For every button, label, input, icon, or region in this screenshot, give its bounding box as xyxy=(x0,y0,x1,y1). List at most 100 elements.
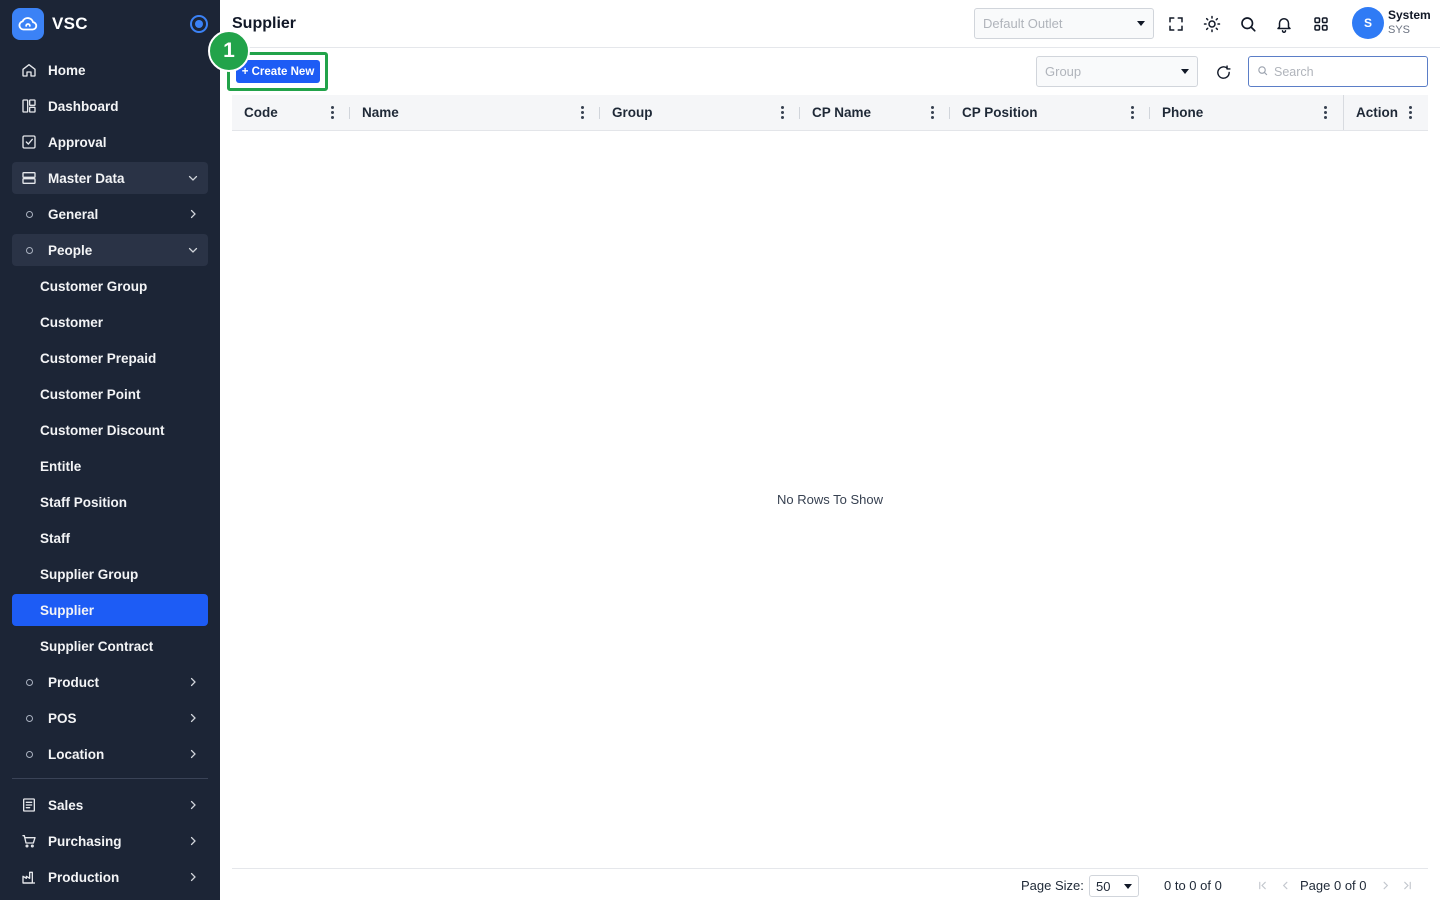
bell-icon[interactable] xyxy=(1273,13,1295,35)
chevron-right-icon xyxy=(186,207,200,221)
user-code: SYS xyxy=(1388,24,1411,36)
last-page-icon[interactable] xyxy=(1400,877,1414,893)
column-header-name[interactable]: Name xyxy=(350,95,600,130)
column-header-group[interactable]: Group xyxy=(600,95,800,130)
user-menu[interactable]: S System SYS xyxy=(1352,7,1431,39)
group-select-placeholder: Group xyxy=(1045,64,1082,79)
page-size-label: Page Size: xyxy=(1021,878,1084,893)
page-size-select[interactable]: 50 xyxy=(1089,875,1139,897)
sidebar-item-label: Supplier Group xyxy=(40,566,139,582)
page-title: Supplier xyxy=(232,14,297,32)
sidebar-item-label: General xyxy=(48,206,99,222)
sidebar-item-home[interactable]: Home xyxy=(12,54,208,86)
user-info: System SYS xyxy=(1388,8,1431,38)
app-name: VSC xyxy=(52,14,88,33)
search-input[interactable] xyxy=(1274,64,1414,79)
chevron-right-icon xyxy=(186,798,200,812)
caret-down-icon xyxy=(1181,69,1189,74)
sidebar-item-dashboard[interactable]: Dashboard xyxy=(12,90,208,122)
create-new-button[interactable]: + Create New xyxy=(236,60,320,83)
sidebar-item-supplier-group[interactable]: Supplier Group xyxy=(12,558,208,590)
sidebar-item-label: Dashboard xyxy=(48,98,119,114)
column-menu-icon[interactable] xyxy=(326,106,338,119)
sidebar-item-supplier-contract[interactable]: Supplier Contract xyxy=(12,630,208,662)
outlet-select-placeholder: Default Outlet xyxy=(983,16,1063,31)
cloud-logo-icon xyxy=(12,8,44,40)
column-menu-icon[interactable] xyxy=(926,106,938,119)
search-box[interactable] xyxy=(1248,56,1428,87)
sidebar-item-customer-group[interactable]: Customer Group xyxy=(12,270,208,302)
cart-icon xyxy=(20,832,38,850)
fullscreen-icon[interactable] xyxy=(1165,13,1187,35)
sidebar-toggle-icon[interactable] xyxy=(190,15,208,33)
sidebar-nav: Home Dashboard Approval Master Data Gene… xyxy=(0,48,220,893)
sidebar-item-production[interactable]: Production xyxy=(12,861,208,893)
production-icon xyxy=(20,868,38,886)
column-menu-icon[interactable] xyxy=(1404,106,1416,119)
column-header-label: CP Name xyxy=(812,105,872,120)
sidebar-item-label: Home xyxy=(48,62,86,78)
grid-pagination: Page Size: 50 0 to 0 of 0 Page 0 of 0 xyxy=(232,868,1428,900)
sidebar-item-staff-position[interactable]: Staff Position xyxy=(12,486,208,518)
column-header-label: Action xyxy=(1356,105,1398,120)
group-filter-select[interactable]: Group xyxy=(1036,56,1198,87)
chevron-right-icon xyxy=(186,711,200,725)
sidebar-item-label: Customer Prepaid xyxy=(40,350,157,366)
column-menu-icon[interactable] xyxy=(1126,106,1138,119)
sidebar-item-approval[interactable]: Approval xyxy=(12,126,208,158)
column-header-action[interactable]: Action xyxy=(1343,95,1428,130)
sidebar-item-label: Customer Discount xyxy=(40,422,165,438)
sidebar-item-label: Customer xyxy=(40,314,104,330)
sidebar-item-label: Supplier xyxy=(40,602,95,618)
column-menu-icon[interactable] xyxy=(776,106,788,119)
chevron-down-icon xyxy=(186,171,200,185)
column-header-cp-position[interactable]: CP Position xyxy=(950,95,1150,130)
sidebar-item-product[interactable]: Product xyxy=(12,666,208,698)
sidebar-item-entitle[interactable]: Entitle xyxy=(12,450,208,482)
sidebar-item-staff[interactable]: Staff xyxy=(12,522,208,554)
column-header-cp-name[interactable]: CP Name xyxy=(800,95,950,130)
column-header-label: Phone xyxy=(1162,105,1204,120)
brand: VSC xyxy=(0,0,220,48)
circle-icon xyxy=(20,745,38,763)
outlet-select[interactable]: Default Outlet xyxy=(974,8,1154,39)
chevron-right-icon xyxy=(186,834,200,848)
column-menu-icon[interactable] xyxy=(1319,106,1331,119)
sidebar-item-customer-prepaid[interactable]: Customer Prepaid xyxy=(12,342,208,374)
search-icon[interactable] xyxy=(1237,13,1259,35)
chevron-down-icon xyxy=(186,243,200,257)
sidebar-item-general[interactable]: General xyxy=(12,198,208,230)
next-page-icon[interactable] xyxy=(1378,877,1392,893)
sidebar-item-label: Product xyxy=(48,674,100,690)
dashboard-icon xyxy=(20,97,38,115)
no-rows-message: No Rows To Show xyxy=(777,492,883,507)
apps-grid-icon[interactable] xyxy=(1310,13,1332,35)
sales-icon xyxy=(20,796,38,814)
sidebar-item-customer-discount[interactable]: Customer Discount xyxy=(12,414,208,446)
sun-icon[interactable] xyxy=(1201,13,1223,35)
previous-page-icon[interactable] xyxy=(1278,877,1292,893)
sidebar-item-customer[interactable]: Customer xyxy=(12,306,208,338)
sidebar-item-supplier[interactable]: Supplier xyxy=(12,594,208,626)
sidebar-divider xyxy=(12,778,208,779)
sidebar-item-label: Supplier Contract xyxy=(40,638,154,654)
first-page-icon[interactable] xyxy=(1255,877,1269,893)
sidebar-item-purchasing[interactable]: Purchasing xyxy=(12,825,208,857)
sidebar-item-sales[interactable]: Sales xyxy=(12,789,208,821)
column-header-label: CP Position xyxy=(962,105,1038,120)
sidebar-item-label: Sales xyxy=(48,797,84,813)
column-menu-icon[interactable] xyxy=(576,106,588,119)
sidebar-item-location[interactable]: Location xyxy=(12,738,208,770)
refresh-icon[interactable] xyxy=(1212,61,1234,83)
sidebar-item-label: Entitle xyxy=(40,458,82,474)
circle-icon xyxy=(20,205,38,223)
column-header-code[interactable]: Code xyxy=(232,95,350,130)
row-range-summary: 0 to 0 of 0 xyxy=(1164,878,1222,893)
sidebar-item-master-data[interactable]: Master Data xyxy=(12,162,208,194)
caret-down-icon xyxy=(1124,883,1132,889)
sidebar: VSC Home Dashboard Approval Master Data … xyxy=(0,0,220,900)
sidebar-item-pos[interactable]: POS xyxy=(12,702,208,734)
sidebar-item-customer-point[interactable]: Customer Point xyxy=(12,378,208,410)
sidebar-item-people[interactable]: People xyxy=(12,234,208,266)
column-header-phone[interactable]: Phone xyxy=(1150,95,1343,130)
